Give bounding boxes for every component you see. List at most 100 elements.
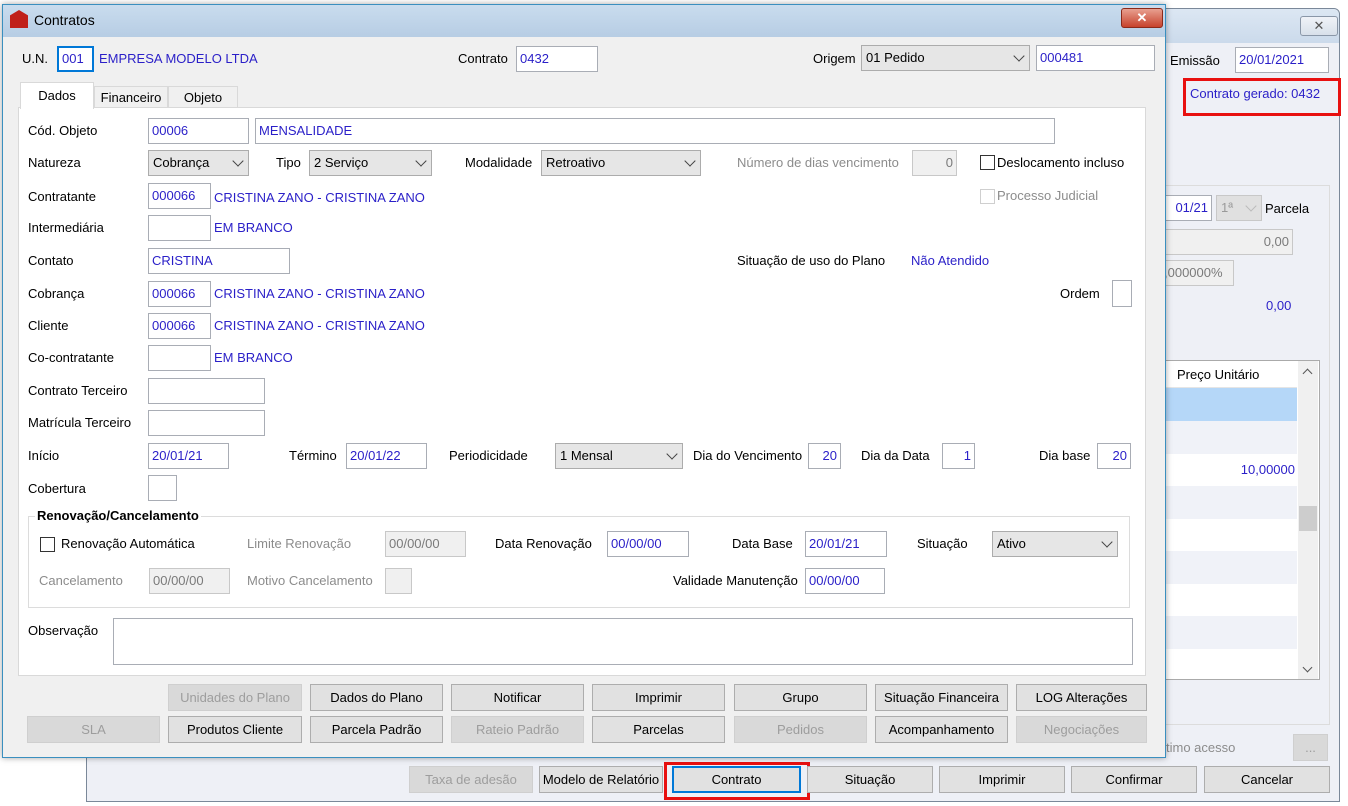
log-alteracoes-button[interactable]: LOG Alterações xyxy=(1016,684,1147,711)
grid-row[interactable] xyxy=(1161,551,1297,584)
pedidos-button[interactable]: Pedidos xyxy=(734,716,867,743)
dia-vencimento-field[interactable]: 20 xyxy=(808,443,841,469)
validade-manutencao-field[interactable]: 00/00/00 xyxy=(805,568,885,594)
contrato-terceiro-field[interactable] xyxy=(148,378,265,404)
un-name: EMPRESA MODELO LTDA xyxy=(99,51,258,66)
close-button[interactable]: ✕ xyxy=(1121,8,1163,28)
tab-dados-label: Dados xyxy=(38,88,76,103)
tipo-select[interactable]: 2 Serviço xyxy=(309,150,432,176)
scroll-down-icon[interactable] xyxy=(1302,662,1313,673)
termino-field[interactable]: 20/01/22 xyxy=(346,443,427,469)
cancelar-button[interactable]: Cancelar xyxy=(1204,766,1330,793)
tipo-select-value: 2 Serviço xyxy=(314,155,369,170)
ordem-field[interactable] xyxy=(1112,280,1132,307)
data-renovacao-field[interactable]: 00/00/00 xyxy=(607,531,689,557)
produtos-cliente-button[interactable]: Produtos Cliente xyxy=(168,716,302,743)
tab-objeto[interactable]: Objeto xyxy=(168,86,238,108)
taxa-adesao-button[interactable]: Taxa de adesão xyxy=(409,766,533,793)
observacao-textarea[interactable] xyxy=(113,618,1133,665)
dados-plano-button[interactable]: Dados do Plano xyxy=(310,684,443,711)
chevron-down-icon xyxy=(1245,200,1257,212)
acompanhamento-button[interactable]: Acompanhamento xyxy=(875,716,1008,743)
sla-button[interactable]: SLA xyxy=(27,716,160,743)
periodicidade-select[interactable]: 1 Mensal xyxy=(555,443,683,469)
imprimir-button[interactable]: Imprimir xyxy=(939,766,1065,793)
grid-row[interactable] xyxy=(1161,616,1297,649)
emissao-field[interactable]: 20/01/2021 xyxy=(1235,47,1329,73)
tipo-label: Tipo xyxy=(276,155,301,170)
cod-objeto-desc-field[interactable]: MENSALIDADE xyxy=(255,118,1055,144)
situacao-select[interactable]: Ativo xyxy=(992,531,1118,557)
unidades-plano-button[interactable]: Unidades do Plano xyxy=(168,684,302,711)
data-base-field[interactable]: 20/01/21 xyxy=(805,531,887,557)
contrato-gerado-text: Contrato gerado: 0432 xyxy=(1190,86,1321,101)
situacao-label: Situação xyxy=(917,536,968,551)
parcela-select[interactable]: 1ª xyxy=(1216,195,1262,221)
grid-row-selected[interactable] xyxy=(1161,388,1297,421)
situacao-button[interactable]: Situação xyxy=(807,766,933,793)
origem-code-field[interactable]: 000481 xyxy=(1036,45,1155,71)
renovacao-automatica-checkbox[interactable] xyxy=(40,537,55,552)
cliente-code-field[interactable]: 000066 xyxy=(148,313,211,339)
tab-dados[interactable]: Dados xyxy=(20,82,94,109)
cobertura-field[interactable] xyxy=(148,475,177,501)
processo-judicial-checkbox[interactable] xyxy=(980,189,995,204)
contrato-button[interactable]: Contrato xyxy=(672,766,801,793)
termino-label: Término xyxy=(289,448,337,463)
valor-field: 0,00 xyxy=(1160,229,1293,255)
negociacoes-button[interactable]: Negociações xyxy=(1016,716,1147,743)
notificar-button[interactable]: Notificar xyxy=(451,684,584,711)
parcela-padrao-button[interactable]: Parcela Padrão xyxy=(310,716,443,743)
cliente-name: CRISTINA ZANO - CRISTINA ZANO xyxy=(214,318,425,333)
un-field[interactable]: 001 xyxy=(57,46,94,72)
intermediaria-code-field[interactable] xyxy=(148,215,211,241)
dia-data-field[interactable]: 1 xyxy=(942,443,975,469)
rateio-padrao-button[interactable]: Rateio Padrão xyxy=(451,716,584,743)
limite-renovacao-field: 00/00/00 xyxy=(385,531,466,557)
dia-base-label: Dia base xyxy=(1039,448,1091,463)
matricula-terceiro-field[interactable] xyxy=(148,410,265,436)
scroll-up-icon[interactable] xyxy=(1302,368,1313,379)
grid-scrollbar[interactable] xyxy=(1298,361,1318,679)
origem-select[interactable]: 01 Pedido xyxy=(861,45,1030,71)
situacao-uso-value: Não Atendido xyxy=(911,253,990,268)
dia-vencimento-label: Dia do Vencimento xyxy=(693,448,803,463)
cocontratante-name: EM BRANCO xyxy=(214,350,293,365)
grupo-button[interactable]: Grupo xyxy=(734,684,867,711)
imprimir-contrato-button[interactable]: Imprimir xyxy=(592,684,725,711)
items-grid[interactable]: Preço Unitário 10,00000 xyxy=(1160,360,1320,680)
tab-financeiro[interactable]: Financeiro xyxy=(94,86,168,108)
background-close-button[interactable]: ✕ xyxy=(1300,16,1338,36)
situacao-select-value: Ativo xyxy=(997,536,1026,551)
contato-field[interactable]: CRISTINA xyxy=(148,248,290,274)
periodicidade-label: Periodicidade xyxy=(449,448,528,463)
contato-label: Contato xyxy=(28,253,74,268)
dia-base-field[interactable]: 20 xyxy=(1097,443,1131,469)
parcela-date-field[interactable]: 01/21 xyxy=(1160,195,1212,221)
situacao-uso-label: Situação de uso do Plano xyxy=(737,253,886,268)
confirmar-button[interactable]: Confirmar xyxy=(1071,766,1197,793)
parcelas-button[interactable]: Parcelas xyxy=(592,716,725,743)
modalidade-select[interactable]: Retroativo xyxy=(541,150,701,176)
grid-row[interactable] xyxy=(1161,421,1297,454)
modelo-relatorio-button[interactable]: Modelo de Relatório xyxy=(539,766,663,793)
situacao-financeira-button[interactable]: Situação Financeira xyxy=(875,684,1008,711)
contratante-code-field[interactable]: 000066 xyxy=(148,183,211,209)
cocontratante-code-field[interactable] xyxy=(148,345,211,371)
natureza-select[interactable]: Cobrança xyxy=(148,150,249,176)
intermediaria-label: Intermediária xyxy=(28,220,104,235)
dia-data-label: Dia da Data xyxy=(861,448,930,463)
cobranca-code-field[interactable]: 000066 xyxy=(148,281,211,307)
motivo-cancelamento-field xyxy=(385,568,412,594)
cod-objeto-field[interactable]: 00006 xyxy=(148,118,249,144)
deslocamento-checkbox[interactable] xyxy=(980,155,995,170)
ellipsis-button[interactable]: ... xyxy=(1293,734,1328,761)
origem-select-value: 01 Pedido xyxy=(866,50,925,65)
grid-row[interactable] xyxy=(1161,486,1297,519)
inicio-label: Início xyxy=(28,448,60,463)
cobranca-label: Cobrança xyxy=(28,286,85,301)
matricula-terceiro-label: Matrícula Terceiro xyxy=(28,415,132,430)
scroll-thumb[interactable] xyxy=(1299,506,1317,531)
inicio-field[interactable]: 20/01/21 xyxy=(148,443,229,469)
contrato-field[interactable]: 0432 xyxy=(516,46,598,72)
